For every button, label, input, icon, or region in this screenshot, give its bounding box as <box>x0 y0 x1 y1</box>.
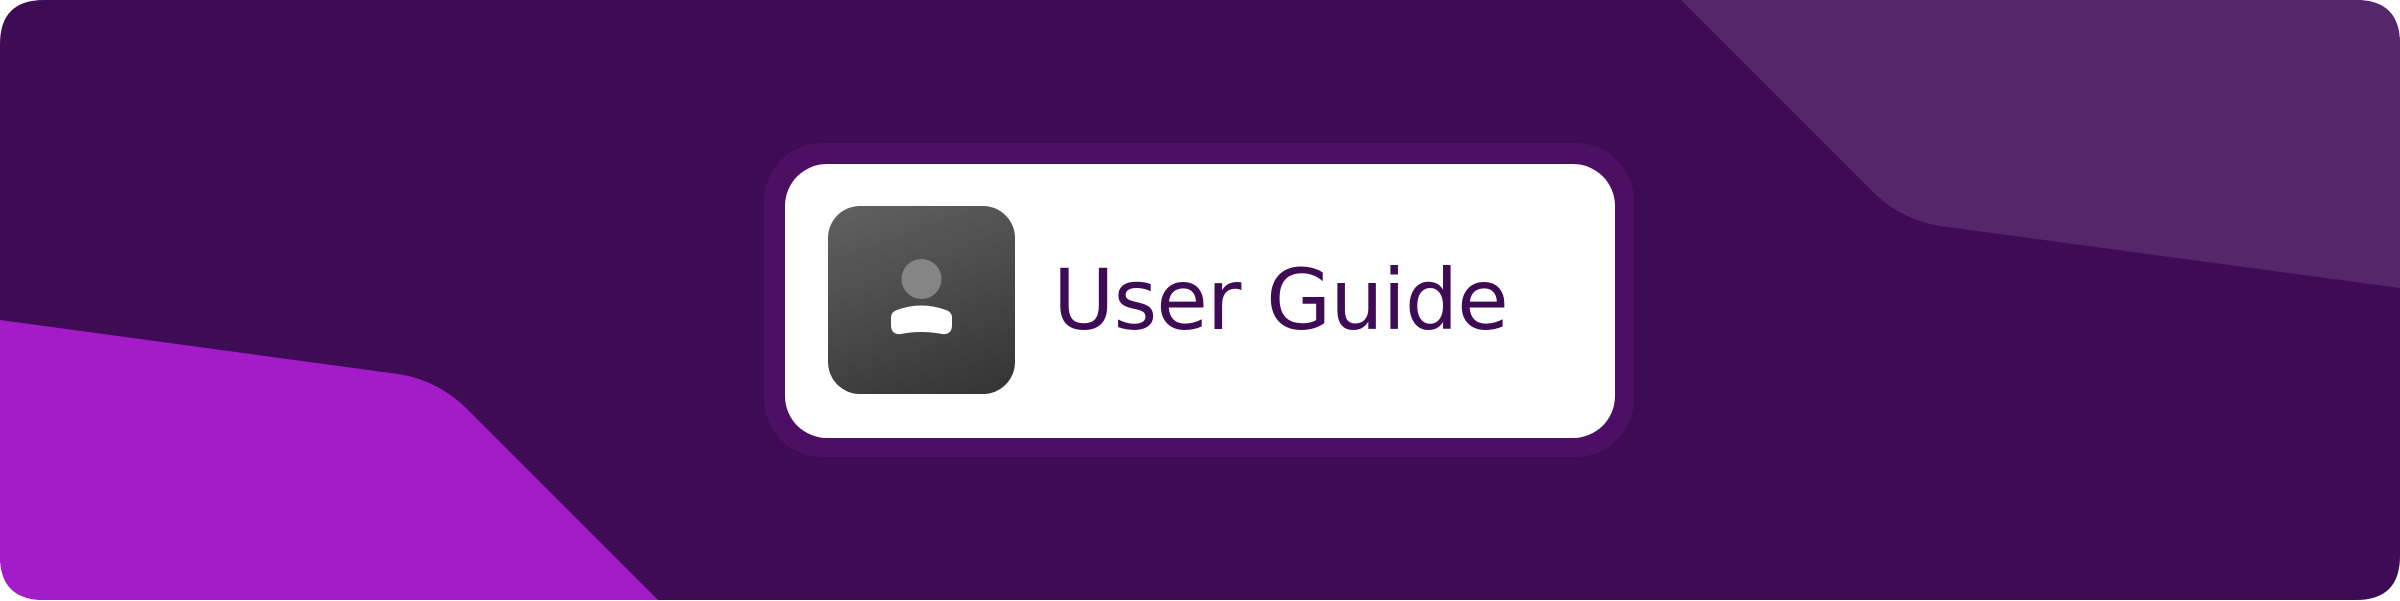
user-guide-banner: User Guide <box>0 0 2400 601</box>
user-icon <box>891 259 952 335</box>
user-icon-body <box>891 305 952 335</box>
user-icon-head <box>901 259 942 299</box>
banner-title: User Guide <box>1053 251 1509 349</box>
user-icon-tile <box>828 206 1015 394</box>
